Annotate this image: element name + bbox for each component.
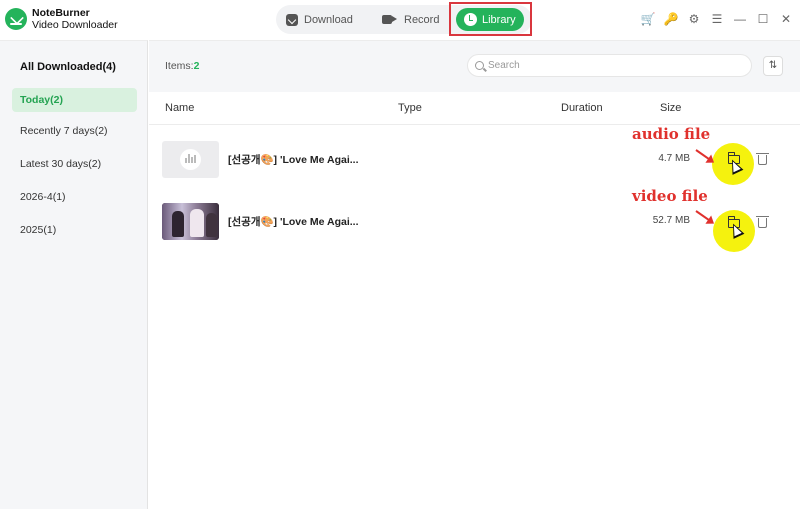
sidebar-item-today[interactable]: Today(2) (12, 88, 137, 112)
nav-record-button[interactable]: Record (382, 5, 439, 34)
column-type[interactable]: Type (398, 102, 422, 114)
title-bar: NoteBurner Video Downloader Download Rec… (0, 0, 800, 40)
library-highlight-box (449, 2, 532, 36)
noteburner-logo-icon (5, 8, 27, 30)
annotation-audio-file: audio file (632, 125, 711, 143)
nav-download-label: Download (304, 13, 353, 26)
video-thumbnail (162, 203, 219, 240)
nav-record-label: Record (404, 13, 440, 26)
maximize-icon[interactable]: ☐ (755, 12, 771, 26)
table-header: Name Type Duration Size (149, 92, 800, 125)
cart-icon[interactable]: 🛒 (640, 12, 656, 26)
row-size: 4.7 MB (658, 153, 690, 164)
library-toolbar: Items:2 Search ⇅ (149, 40, 800, 92)
row-title: [선공개🎨] 'Love Me Agai... (228, 154, 359, 166)
row-title: [선공개🎨] 'Love Me Agai... (228, 216, 359, 228)
items-count-value: 2 (193, 60, 200, 72)
items-count: Items:2 (165, 60, 199, 72)
sidebar-item-recently-7-days[interactable]: Recently 7 days(2) (12, 119, 137, 143)
row-size: 52.7 MB (652, 215, 690, 226)
column-name[interactable]: Name (165, 102, 194, 114)
app-name-line1: NoteBurner (32, 7, 90, 19)
app-name-line2: Video Downloader (32, 19, 118, 31)
minimize-icon[interactable]: — (732, 12, 748, 26)
window-controls: 🛒 🔑 ⚙ ☰ — ☐ ✕ (640, 12, 800, 26)
sidebar-item-2025[interactable]: 2025(1) (12, 218, 137, 242)
menu-icon[interactable]: ☰ (709, 12, 725, 26)
items-label: Items: (165, 60, 194, 72)
search-icon (475, 61, 484, 70)
gear-icon[interactable]: ⚙ (686, 12, 702, 26)
sidebar-item-2026-4[interactable]: 2026-4(1) (12, 185, 137, 209)
audio-thumbnail (162, 141, 219, 178)
search-placeholder: Search (488, 60, 520, 71)
close-icon[interactable]: ✕ (778, 12, 794, 26)
delete-icon[interactable] (756, 153, 769, 165)
sidebar: All Downloaded(4) Today(2) Recently 7 da… (0, 40, 148, 509)
app-name: NoteBurner Video Downloader (32, 7, 118, 31)
key-icon[interactable]: 🔑 (663, 12, 679, 26)
search-input[interactable]: Search (467, 54, 752, 77)
sidebar-item-all-downloaded[interactable]: All Downloaded(4) (12, 55, 137, 79)
column-duration[interactable]: Duration (561, 102, 603, 114)
audio-wave-icon (180, 149, 201, 170)
nav-download-button[interactable]: Download (286, 5, 353, 34)
delete-icon[interactable] (756, 216, 769, 228)
download-icon (286, 13, 298, 26)
video-camera-icon (382, 15, 397, 24)
filter-sort-button[interactable]: ⇅ (763, 56, 783, 76)
sidebar-item-latest-30-days[interactable]: Latest 30 days(2) (12, 152, 137, 176)
annotation-video-file: video file (632, 187, 708, 205)
column-size[interactable]: Size (660, 102, 681, 114)
